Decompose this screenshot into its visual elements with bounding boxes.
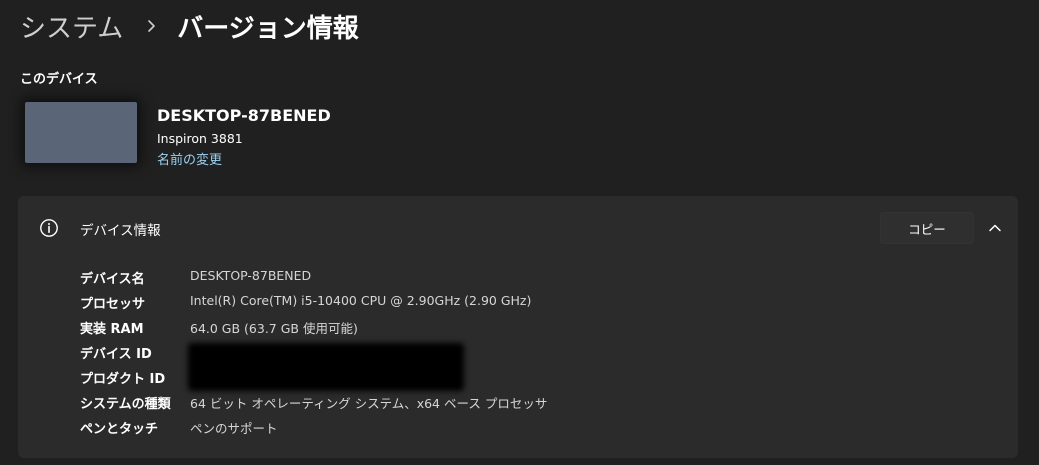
info-icon (39, 218, 59, 238)
spec-value: ペンのサポート (190, 421, 278, 436)
spec-label: デバイス名 (80, 272, 145, 287)
spec-value: Intel(R) Core(TM) i5-10400 CPU @ 2.90GHz… (190, 293, 532, 308)
breadcrumb-system[interactable]: システム (20, 8, 123, 45)
device-info-header[interactable]: デバイス情報 コピー (18, 196, 1018, 258)
section-label-this-device: このデバイス (20, 72, 98, 87)
spec-label: ペンとタッチ (80, 422, 159, 437)
device-thumbnail (25, 102, 137, 163)
spec-label: プロセッサ (80, 297, 146, 312)
spec-label: システムの種類 (80, 397, 171, 412)
device-info-title: デバイス情報 (80, 223, 161, 239)
chevron-right-icon (143, 18, 159, 34)
spec-value: DESKTOP-87BENED (190, 268, 312, 283)
device-info-card: デバイス情報 コピー デバイス名 DESKTOP-87BENED プロセッサ I… (18, 196, 1018, 458)
chevron-up-icon[interactable] (987, 220, 1003, 236)
breadcrumb: システム バージョン情報 (20, 6, 359, 46)
spec-value: 64 ビット オペレーティング システム、x64 ベース プロセッサ (190, 396, 548, 411)
copy-button[interactable]: コピー (880, 212, 974, 244)
page-title: バージョン情報 (177, 13, 359, 44)
spec-label: 実装 RAM (80, 322, 144, 337)
redaction-block (188, 343, 464, 391)
spec-value: 64.0 GB (63.7 GB 使用可能) (190, 321, 358, 336)
device-model: Inspiron 3881 (157, 131, 243, 146)
rename-link[interactable]: 名前の変更 (157, 149, 222, 168)
spec-label: デバイス ID (80, 347, 152, 362)
spec-label: プロダクト ID (80, 372, 166, 387)
device-name: DESKTOP-87BENED (157, 106, 331, 125)
